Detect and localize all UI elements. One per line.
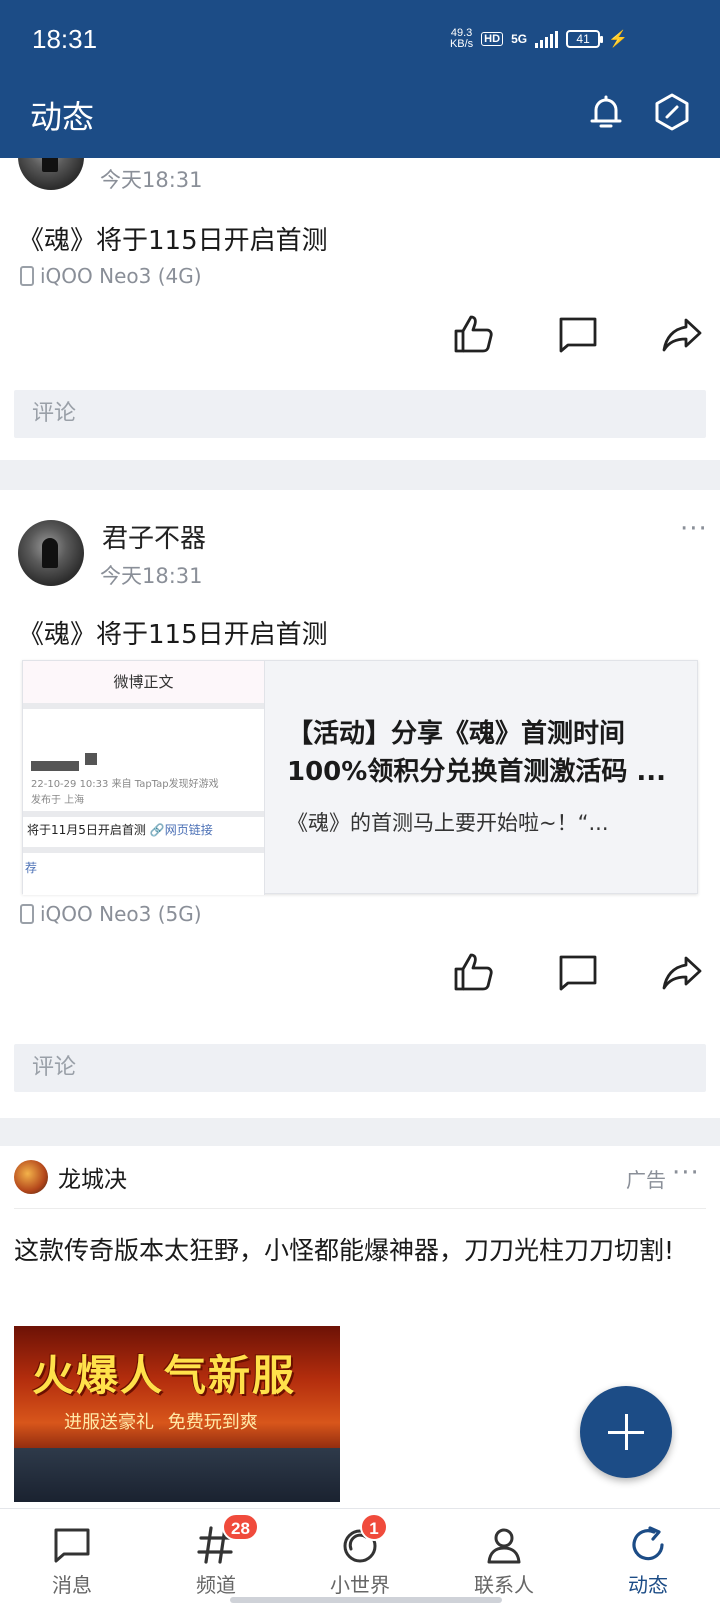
link-title: 【活动】分享《魂》首测时间 100%领积分兑换首测激活码 ...: [287, 715, 666, 791]
thumb-place: 发布于 上海: [31, 795, 85, 806]
ad-text: 这款传奇版本太狂野，小怪都能爆神器，刀刀光柱刀刀切割!: [14, 1236, 675, 1265]
more-options-icon[interactable]: ···: [672, 1158, 700, 1188]
phone-icon: [20, 266, 34, 286]
post-text: 《魂》将于115日开启首测: [18, 620, 328, 650]
top-bar: 18:31 49.3 KB/s HD 5G 41 ⚡ 动态: [0, 0, 720, 158]
thumb-link-label: 网页链接: [164, 823, 213, 837]
share-icon[interactable]: [660, 312, 704, 356]
post-timestamp: 今天18:31: [100, 564, 203, 588]
bottom-nav: 消息 28 频道 1 小世界 联系人 动态: [0, 1508, 720, 1605]
ad-avatar[interactable]: [14, 1160, 48, 1194]
battery-icon: 41: [566, 30, 604, 48]
device-label: iQOO Neo3 (4G): [20, 264, 202, 288]
signal-icon: [535, 30, 559, 48]
post-text: 《魂》将于115日开启首测: [18, 226, 328, 256]
tab-label: 小世界: [330, 1573, 390, 1597]
tab-label: 频道: [196, 1573, 236, 1597]
avatar[interactable]: [18, 520, 84, 586]
ad-tag: 广告: [626, 1168, 666, 1192]
tab-contacts[interactable]: 联系人: [432, 1509, 576, 1605]
username[interactable]: 君子不器: [102, 518, 206, 555]
post-card: 今天18:31 《魂》将于115日开启首测 iQOO Neo3 (4G) 评论: [0, 124, 720, 460]
app-bar: 动态: [0, 80, 720, 158]
divider: [23, 703, 264, 709]
post-timestamp: 今天18:31: [100, 168, 203, 192]
contacts-icon: [487, 1528, 521, 1564]
comment-icon[interactable]: [556, 312, 600, 356]
link-title-line1: 【活动】分享《魂》首测时间: [287, 719, 626, 749]
charging-icon: ⚡: [608, 31, 628, 48]
status-icons: 49.3 KB/s HD 5G 41 ⚡: [450, 28, 628, 50]
home-indicator[interactable]: [230, 1597, 502, 1603]
thumb-text: 将于11月5日开启首测 🔗网页链接: [27, 821, 213, 838]
more-options-icon[interactable]: ···: [680, 514, 708, 544]
net-speed: 49.3 KB/s: [450, 28, 473, 50]
tab-small-world[interactable]: 1 小世界: [288, 1509, 432, 1605]
divider: [23, 811, 264, 817]
post-card: 君子不器 今天18:31 ··· 《魂》将于115日开启首测 微博正文 22-1…: [0, 490, 720, 1118]
device-label: iQOO Neo3 (5G): [20, 902, 202, 926]
hexagon-settings-icon[interactable]: [650, 90, 694, 134]
ad-image-subtitle: 进服送豪礼 免费玩到爽: [64, 1412, 258, 1433]
page-title: 动态: [30, 98, 95, 136]
net-speed-unit: KB/s: [449, 38, 474, 50]
thumb-text-body: 将于11月5日开启首测: [27, 823, 146, 837]
unread-badge: 28: [222, 1513, 259, 1541]
ad-image-title: 火爆人气新服: [32, 1351, 297, 1400]
thumb-date: 22-10-29 10:33 来自 TapTap发现好游戏: [31, 779, 219, 790]
add-post-button[interactable]: [580, 1386, 672, 1478]
tab-label: 联系人: [474, 1573, 534, 1597]
blurred-block: [31, 761, 79, 771]
comment-input[interactable]: 评论: [14, 1044, 706, 1092]
bell-icon[interactable]: [584, 90, 628, 134]
tab-channels[interactable]: 28 频道: [144, 1509, 288, 1605]
divider: [23, 847, 264, 853]
ad-image[interactable]: 火爆人气新服 进服送豪礼 免费玩到爽: [14, 1326, 340, 1502]
comment-icon[interactable]: [556, 950, 600, 994]
share-icon[interactable]: [660, 950, 704, 994]
link-title-line2: 100%领积分兑换首测激活码 ...: [287, 757, 667, 787]
ad-name[interactable]: 龙城决: [58, 1160, 127, 1194]
status-time: 18:31: [32, 24, 98, 54]
tab-feed[interactable]: 动态: [576, 1509, 720, 1605]
ad-game-ui: [14, 1448, 340, 1502]
like-icon[interactable]: [452, 312, 496, 356]
thumb-header: 微博正文: [23, 661, 264, 703]
tab-label: 动态: [628, 1573, 668, 1597]
divider: [14, 1208, 706, 1209]
unread-badge: 1: [360, 1513, 388, 1541]
link-thumbnail: 微博正文 22-10-29 10:33 来自 TapTap发现好游戏 发布于 上…: [23, 661, 265, 895]
like-icon[interactable]: [452, 950, 496, 994]
refresh-icon: [632, 1526, 664, 1561]
network-type: 5G: [511, 32, 528, 46]
thumb-more: 荐: [25, 861, 38, 875]
device-name: iQOO Neo3 (4G): [40, 264, 202, 288]
message-icon: [54, 1528, 90, 1563]
link-description: 《魂》的首测马上要开始啦~！“...: [287, 811, 609, 835]
comment-input[interactable]: 评论: [14, 390, 706, 438]
device-name: iQOO Neo3 (5G): [40, 902, 202, 926]
tab-label: 消息: [52, 1573, 92, 1597]
status-bar: 18:31 49.3 KB/s HD 5G 41 ⚡: [0, 0, 720, 80]
thumb-link: 🔗网页链接: [149, 823, 213, 837]
tab-messages[interactable]: 消息: [0, 1509, 144, 1605]
phone-icon: [20, 904, 34, 924]
shared-link-card[interactable]: 微博正文 22-10-29 10:33 来自 TapTap发现好游戏 发布于 上…: [22, 660, 698, 895]
blurred-block: [85, 753, 97, 765]
hd-icon: HD: [481, 32, 504, 46]
